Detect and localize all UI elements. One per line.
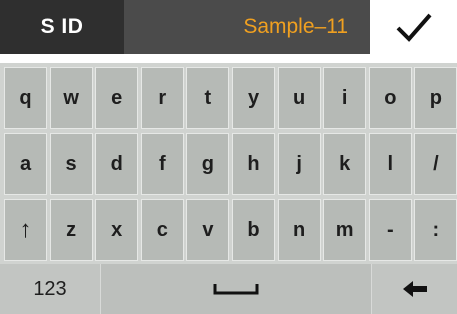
key-r[interactable]: r <box>140 67 184 129</box>
key-i[interactable]: i <box>323 67 367 129</box>
key-x[interactable]: x <box>95 199 139 261</box>
numbers-key[interactable]: 123 <box>0 264 100 314</box>
key-c[interactable]: c <box>140 199 184 261</box>
header-bar: S ID Sample–11 <box>0 0 457 54</box>
key-t[interactable]: t <box>186 67 230 129</box>
key-l[interactable]: l <box>368 133 412 195</box>
key-d[interactable]: d <box>95 133 139 195</box>
key-symbol[interactable]: : <box>414 199 457 261</box>
key-o[interactable]: o <box>368 67 412 129</box>
key-y[interactable]: y <box>232 67 275 129</box>
key-q[interactable]: q <box>4 67 47 129</box>
key-symbol[interactable]: / <box>414 133 457 195</box>
keyboard-bottom-row: 123 <box>0 264 457 314</box>
key-b[interactable]: b <box>232 199 275 261</box>
backspace-key[interactable] <box>372 264 457 314</box>
key-e[interactable]: e <box>95 67 139 129</box>
key-h[interactable]: h <box>232 133 275 195</box>
confirm-button[interactable] <box>370 0 457 54</box>
checkmark-icon <box>396 13 432 42</box>
backspace-arrow-icon <box>402 281 427 297</box>
key-m[interactable]: m <box>323 199 367 261</box>
key-f[interactable]: f <box>140 133 184 195</box>
key-j[interactable]: j <box>277 133 321 195</box>
key-v[interactable]: v <box>186 199 230 261</box>
space-icon <box>213 284 259 295</box>
key-g[interactable]: g <box>186 133 230 195</box>
shift-key[interactable]: ↑ <box>4 199 47 261</box>
sample-id-input[interactable]: Sample–11 <box>124 0 370 54</box>
sample-id-entry-screen: S ID Sample–11 q w e r t y u i o p a s d f g h j k l / ↑ z x c v… <box>0 0 457 314</box>
key-n[interactable]: n <box>277 199 321 261</box>
key-u[interactable]: u <box>277 67 321 129</box>
key-p[interactable]: p <box>414 67 457 129</box>
key-z[interactable]: z <box>49 199 93 261</box>
field-label: S ID <box>0 0 124 54</box>
key-w[interactable]: w <box>49 67 93 129</box>
space-key[interactable] <box>100 264 372 314</box>
key-k[interactable]: k <box>323 133 367 195</box>
numbers-key-label: 123 <box>33 277 67 300</box>
key-symbol[interactable]: - <box>368 199 412 261</box>
key-a[interactable]: a <box>4 133 47 195</box>
key-s[interactable]: s <box>49 133 93 195</box>
onscreen-keyboard: q w e r t y u i o p a s d f g h j k l / ↑ z x c v b n m -: 123 <box>0 63 457 314</box>
